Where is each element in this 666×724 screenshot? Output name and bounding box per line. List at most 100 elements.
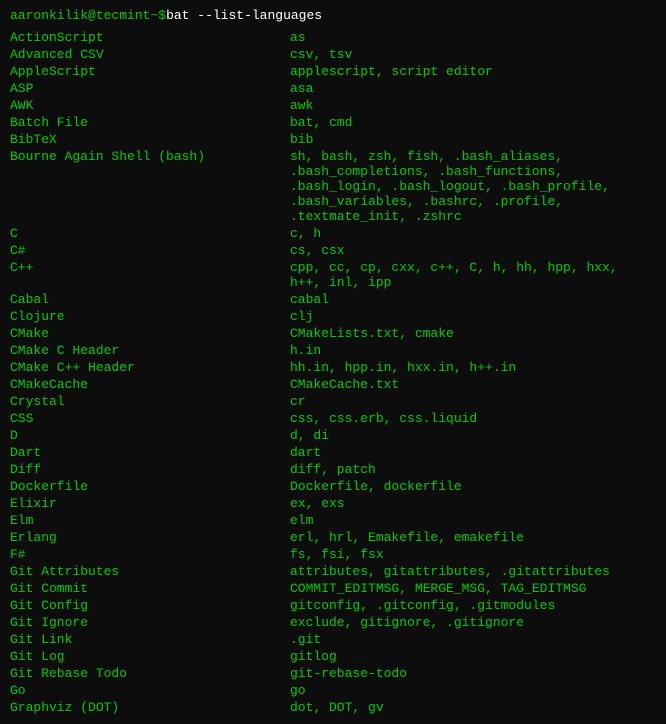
lang-name: Git Link [10, 631, 290, 648]
lang-extensions: ex, exs [290, 495, 656, 512]
table-row: Dd, di [10, 427, 656, 444]
lang-extensions: cr [290, 393, 656, 410]
lang-extensions: erl, hrl, Emakefile, emakefile [290, 529, 656, 546]
table-row: Git Configgitconfig, .gitconfig, .gitmod… [10, 597, 656, 614]
table-row: Git CommitCOMMIT_EDITMSG, MERGE_MSG, TAG… [10, 580, 656, 597]
lang-extensions: as [290, 29, 656, 46]
table-row: Diffdiff, patch [10, 461, 656, 478]
lang-extensions: css, css.erb, css.liquid [290, 410, 656, 427]
prompt-path: ~ [150, 8, 158, 23]
lang-name: Clojure [10, 308, 290, 325]
table-row: CSScss, css.erb, css.liquid [10, 410, 656, 427]
lang-extensions: cabal [290, 291, 656, 308]
lang-extensions: d, di [290, 427, 656, 444]
lang-name: C++ [10, 259, 290, 291]
lang-name: Advanced CSV [10, 46, 290, 63]
lang-extensions: bat, cmd [290, 114, 656, 131]
lang-extensions: Dockerfile, dockerfile [290, 478, 656, 495]
table-row: Elmelm [10, 512, 656, 529]
lang-name: F# [10, 546, 290, 563]
lang-extensions: diff, patch [290, 461, 656, 478]
lang-name: CMake C Header [10, 342, 290, 359]
lang-extensions: c, h [290, 225, 656, 242]
table-row: Erlangerl, hrl, Emakefile, emakefile [10, 529, 656, 546]
lang-extensions: gitconfig, .gitconfig, .gitmodules [290, 597, 656, 614]
lang-extensions: cpp, cc, cp, cxx, c++, C, h, hh, hpp, hx… [290, 259, 656, 291]
lang-extensions: cs, csx [290, 242, 656, 259]
lang-name: BibTeX [10, 131, 290, 148]
table-row: AppleScriptapplescript, script editor [10, 63, 656, 80]
lang-name: ASP [10, 80, 290, 97]
table-row: CMakeCacheCMakeCache.txt [10, 376, 656, 393]
lang-name: Git Log [10, 648, 290, 665]
lang-name: Elm [10, 512, 290, 529]
lang-extensions: fs, fsi, fsx [290, 546, 656, 563]
lang-name: Diff [10, 461, 290, 478]
lang-name: Git Commit [10, 580, 290, 597]
lang-name: Git Rebase Todo [10, 665, 290, 682]
lang-name: ActionScript [10, 29, 290, 46]
lang-name: Git Ignore [10, 614, 290, 631]
lang-name: CSS [10, 410, 290, 427]
table-row: F#fs, fsi, fsx [10, 546, 656, 563]
lang-extensions: awk [290, 97, 656, 114]
lang-name: Go [10, 682, 290, 699]
lang-extensions: go [290, 682, 656, 699]
language-table: ActionScriptasAdvanced CSVcsv, tsvAppleS… [10, 29, 656, 716]
table-row: ASPasa [10, 80, 656, 97]
lang-name: CMake C++ Header [10, 359, 290, 376]
prompt-command: bat --list-languages [166, 8, 322, 23]
lang-extensions: git-rebase-todo [290, 665, 656, 682]
lang-name: CMakeCache [10, 376, 290, 393]
lang-name: Dart [10, 444, 290, 461]
lang-name: C# [10, 242, 290, 259]
lang-extensions: dart [290, 444, 656, 461]
table-row: Batch Filebat, cmd [10, 114, 656, 131]
lang-name: Git Config [10, 597, 290, 614]
table-row: CMake C Headerh.in [10, 342, 656, 359]
lang-extensions: elm [290, 512, 656, 529]
terminal: aaronkilik@tecmint ~ $ bat --list-langua… [10, 8, 656, 716]
prompt-line: aaronkilik@tecmint ~ $ bat --list-langua… [10, 8, 656, 23]
table-row: ActionScriptas [10, 29, 656, 46]
lang-name: C [10, 225, 290, 242]
lang-extensions: clj [290, 308, 656, 325]
lang-extensions: hh.in, hpp.in, hxx.in, h++.in [290, 359, 656, 376]
table-row: Graphviz (DOT)dot, DOT, gv [10, 699, 656, 716]
lang-name: Elixir [10, 495, 290, 512]
lang-name: Cabal [10, 291, 290, 308]
prompt-at: @ [88, 8, 96, 23]
lang-extensions: sh, bash, zsh, fish, .bash_aliases, .bas… [290, 148, 656, 225]
lang-extensions: dot, DOT, gv [290, 699, 656, 716]
table-row: Dartdart [10, 444, 656, 461]
lang-name: D [10, 427, 290, 444]
lang-name: Dockerfile [10, 478, 290, 495]
table-row: CMakeCMakeLists.txt, cmake [10, 325, 656, 342]
lang-name: Batch File [10, 114, 290, 131]
table-row: Git Attributesattributes, gitattributes,… [10, 563, 656, 580]
table-row: Bourne Again Shell (bash)sh, bash, zsh, … [10, 148, 656, 225]
lang-extensions: applescript, script editor [290, 63, 656, 80]
lang-name: Erlang [10, 529, 290, 546]
table-row: Cc, h [10, 225, 656, 242]
lang-extensions: attributes, gitattributes, .gitattribute… [290, 563, 656, 580]
lang-extensions: .git [290, 631, 656, 648]
table-row: BibTeXbib [10, 131, 656, 148]
table-row: C++cpp, cc, cp, cxx, c++, C, h, hh, hpp,… [10, 259, 656, 291]
lang-extensions: COMMIT_EDITMSG, MERGE_MSG, TAG_EDITMSG [290, 580, 656, 597]
prompt-host: tecmint [96, 8, 151, 23]
prompt-user: aaronkilik [10, 8, 88, 23]
table-row: Gogo [10, 682, 656, 699]
lang-extensions: csv, tsv [290, 46, 656, 63]
lang-name: Crystal [10, 393, 290, 410]
lang-name: AppleScript [10, 63, 290, 80]
table-row: Git Loggitlog [10, 648, 656, 665]
table-row: Advanced CSVcsv, tsv [10, 46, 656, 63]
table-row: Clojureclj [10, 308, 656, 325]
table-row: CMake C++ Headerhh.in, hpp.in, hxx.in, h… [10, 359, 656, 376]
lang-extensions: CMakeLists.txt, cmake [290, 325, 656, 342]
table-row: Crystalcr [10, 393, 656, 410]
table-row: DockerfileDockerfile, dockerfile [10, 478, 656, 495]
table-row: Git Link.git [10, 631, 656, 648]
table-row: AWKawk [10, 97, 656, 114]
